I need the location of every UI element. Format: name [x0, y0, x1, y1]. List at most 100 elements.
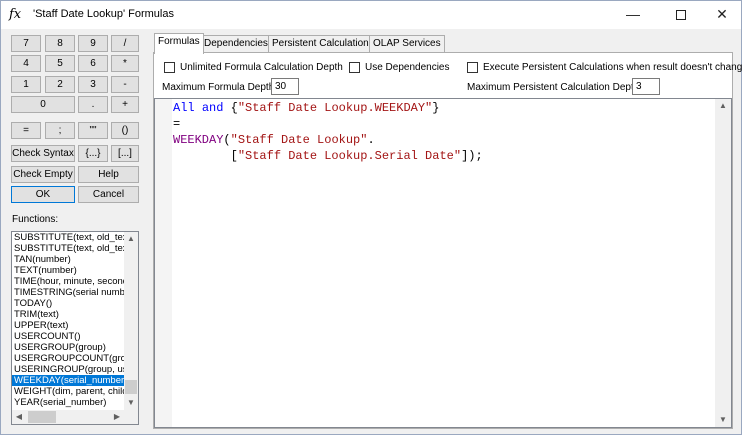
max-formula-depth-label: Maximum Formula Depth: — [162, 82, 278, 93]
code-line-1: All and {"Staff Date Lookup.WEEKDAY"} — [173, 100, 483, 116]
function-list-item[interactable]: TEXT(number) — [12, 265, 125, 276]
function-list-item[interactable]: YEAR(serial_number) — [12, 397, 125, 408]
key-0[interactable]: 0 — [11, 96, 75, 113]
key-quotes[interactable]: "" — [78, 122, 108, 139]
key-7[interactable]: 7 — [11, 35, 41, 52]
use-dependencies-checkbox[interactable]: Use Dependencies — [349, 62, 450, 73]
max-formula-depth-input[interactable]: 30 — [271, 78, 299, 95]
key-4[interactable]: 4 — [11, 55, 41, 72]
code-target-string: "Staff Date Lookup.WEEKDAY" — [237, 101, 433, 115]
code-brace-open: { — [230, 101, 238, 115]
code-line-2: = — [173, 117, 181, 131]
code-brace-close: } — [432, 101, 440, 115]
check-empty-button[interactable]: Check Empty — [11, 166, 75, 183]
fx-icon: fx — [9, 7, 22, 22]
function-list-item[interactable]: TRIM(text) — [12, 309, 125, 320]
scroll-right-icon[interactable]: ▶ — [110, 410, 124, 424]
key-5[interactable]: 5 — [45, 55, 75, 72]
code-keyword-all: All — [173, 101, 195, 115]
execute-persistent-checkbox[interactable]: Execute Persistent Calculations when res… — [467, 62, 742, 73]
code-line-3: WEEKDAY("Staff Date Lookup". — [173, 132, 483, 148]
function-list-item[interactable]: TIMESTRING(serial numbe — [12, 287, 125, 298]
functions-list-items: SUBSTITUTE(text, old_text SUBSTITUTE(text… — [12, 232, 125, 410]
function-list-item[interactable]: USERCOUNT() — [12, 331, 125, 342]
formula-window: fx 'Staff Date Lookup' Formulas — ✕ 7 8 … — [0, 0, 742, 435]
tab-formulas[interactable]: Formulas — [154, 33, 204, 54]
tab-persistent-calculations[interactable]: Persistent Calculations — [268, 35, 378, 53]
editor-scroll-down-icon[interactable]: ▼ — [715, 413, 731, 427]
code-bracket-open: [ — [230, 149, 238, 163]
braces-button[interactable]: {...} — [78, 145, 108, 162]
formula-editor[interactable]: All and {"Staff Date Lookup.WEEKDAY"} = WE… — [154, 98, 732, 428]
key-6[interactable]: 6 — [78, 55, 108, 72]
key-plus[interactable]: + — [111, 96, 139, 113]
key-8[interactable]: 8 — [45, 35, 75, 52]
key-9[interactable]: 9 — [78, 35, 108, 52]
maximize-button[interactable] — [663, 1, 699, 29]
function-list-item[interactable]: USERINGROUP(group, us — [12, 364, 125, 375]
function-list-item[interactable]: USERGROUP(group) — [12, 342, 125, 353]
function-list-item[interactable]: WEIGHT(dim, parent, child — [12, 386, 125, 397]
vertical-scroll-thumb[interactable] — [125, 380, 137, 394]
functions-vertical-scrollbar[interactable]: ▲ ▼ — [124, 232, 138, 410]
unlimited-depth-label: Unlimited Formula Calculation Depth — [180, 62, 343, 73]
code-reference-string: "Staff Date Lookup.Serial Date" — [237, 149, 462, 163]
help-button[interactable]: Help — [78, 166, 139, 183]
scroll-down-icon[interactable]: ▼ — [124, 396, 138, 410]
max-persistent-depth-input[interactable]: 3 — [632, 78, 660, 95]
check-syntax-button[interactable]: Check Syntax — [11, 145, 75, 162]
function-list-item[interactable]: TIME(hour, minute, second — [12, 276, 125, 287]
ok-button[interactable]: OK — [11, 186, 75, 203]
function-list-item[interactable]: TODAY() — [12, 298, 125, 309]
code-dot: . — [367, 133, 375, 147]
function-list-item[interactable]: SUBSTITUTE(text, old_tex — [12, 243, 125, 254]
function-list-item[interactable]: USERGROUPCOUNT(grou — [12, 353, 125, 364]
code-close: ]); — [461, 149, 483, 163]
scroll-left-icon[interactable]: ◀ — [12, 410, 26, 424]
formula-code[interactable]: All and {"Staff Date Lookup.WEEKDAY"} = WE… — [173, 100, 483, 164]
minimize-icon: — — [626, 6, 640, 22]
scroll-up-icon[interactable]: ▲ — [124, 232, 138, 246]
key-decimal[interactable]: . — [78, 96, 108, 113]
execute-persistent-label: Execute Persistent Calculations when res… — [483, 62, 742, 73]
window-title: 'Staff Date Lookup' Formulas — [33, 8, 174, 20]
function-list-item[interactable]: SUBSTITUTE(text, old_text — [12, 232, 125, 243]
key-equals[interactable]: = — [11, 122, 41, 139]
title-bar: fx 'Staff Date Lookup' Formulas — ✕ — [1, 1, 741, 29]
tab-olap-services[interactable]: OLAP Services — [369, 35, 445, 53]
formulas-panel: Unlimited Formula Calculation Depth Use … — [153, 52, 742, 429]
editor-vertical-scrollbar[interactable]: ▲ ▼ — [715, 99, 731, 427]
editor-gutter — [155, 99, 172, 427]
minimize-button[interactable]: — — [615, 1, 651, 29]
function-list-item[interactable]: UPPER(text) — [12, 320, 125, 331]
unlimited-depth-box[interactable] — [164, 62, 175, 73]
close-button[interactable]: ✕ — [704, 1, 740, 29]
max-persistent-depth-label: Maximum Persistent Calculation Depth: — [467, 82, 643, 93]
editor-scroll-up-icon[interactable]: ▲ — [715, 99, 731, 113]
functions-horizontal-scrollbar[interactable]: ◀ ▶ — [12, 410, 138, 424]
cancel-button[interactable]: Cancel — [78, 186, 139, 203]
code-cube-string: "Staff Date Lookup" — [230, 133, 368, 147]
use-dependencies-box[interactable] — [349, 62, 360, 73]
code-keyword-and: and — [201, 101, 224, 115]
unlimited-depth-checkbox[interactable]: Unlimited Formula Calculation Depth — [164, 62, 343, 73]
execute-persistent-box[interactable] — [467, 62, 478, 73]
tab-dependencies[interactable]: Dependencies — [200, 35, 272, 53]
horizontal-scroll-thumb[interactable] — [28, 411, 56, 423]
brackets-button[interactable]: [...] — [111, 145, 139, 162]
function-list-item[interactable]: WEEKDAY(serial_number) — [12, 375, 125, 386]
key-2[interactable]: 2 — [45, 76, 75, 93]
code-paren: ( — [223, 133, 231, 147]
key-minus[interactable]: - — [111, 76, 139, 93]
maximize-icon — [676, 10, 686, 21]
key-multiply[interactable]: * — [111, 55, 139, 72]
key-parentheses[interactable]: () — [111, 122, 139, 139]
function-list-item[interactable]: TAN(number) — [12, 254, 125, 265]
functions-list[interactable]: SUBSTITUTE(text, old_text SUBSTITUTE(text… — [11, 231, 139, 425]
key-semicolon[interactable]: ; — [45, 122, 75, 139]
key-1[interactable]: 1 — [11, 76, 41, 93]
code-function-weekday: WEEKDAY — [173, 133, 224, 147]
key-3[interactable]: 3 — [78, 76, 108, 93]
key-divide[interactable]: / — [111, 35, 139, 52]
